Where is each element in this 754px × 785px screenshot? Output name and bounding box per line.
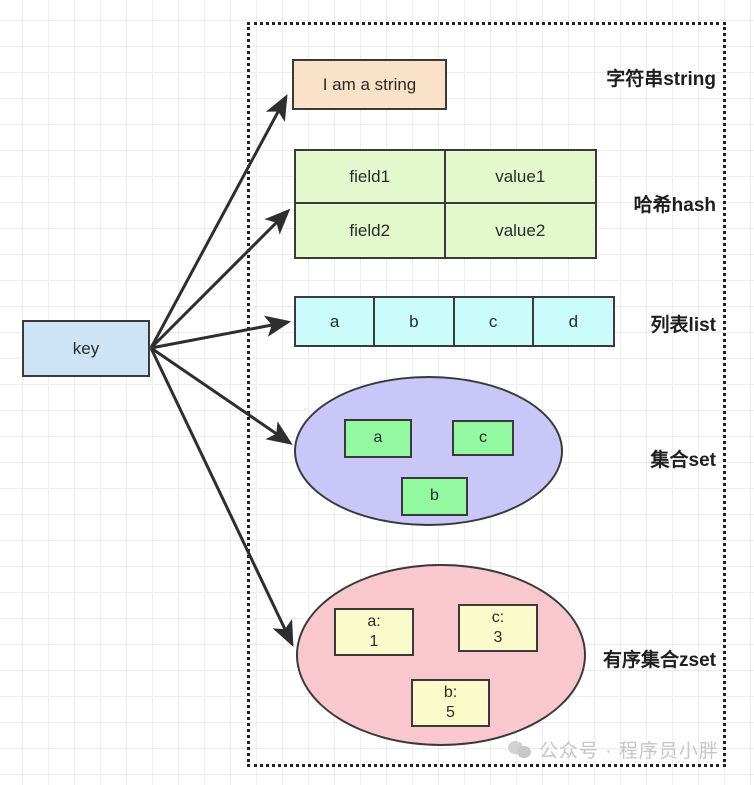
zset-member-a-key: a: xyxy=(367,613,381,630)
list-cell-0: a xyxy=(296,298,376,345)
watermark: 公众号 · 程序员小胖 xyxy=(508,736,719,763)
wechat-icon xyxy=(508,740,532,760)
zset-member-b[interactable]: b: 5 xyxy=(411,679,490,727)
set-member-c[interactable]: c xyxy=(452,420,514,456)
string-value-label: I am a string xyxy=(322,74,417,94)
set-member-b[interactable]: b xyxy=(401,477,468,516)
hash-cell-field-1: field1 xyxy=(296,151,446,204)
zset-member-b-key: b: xyxy=(443,684,458,701)
string-value-node[interactable]: I am a string xyxy=(292,59,447,110)
watermark-text: 公众号 · 程序员小胖 xyxy=(539,741,719,762)
zset-member-c-key: c: xyxy=(491,609,505,626)
set-member-a-text: a xyxy=(373,429,383,447)
set-member-c-text: c xyxy=(479,428,487,446)
list-strip[interactable]: a b c d xyxy=(294,296,615,347)
hash-table[interactable]: field1 value1 field2 value2 xyxy=(294,149,597,259)
category-label-list: 列表list xyxy=(650,315,716,336)
list-cell-2: c xyxy=(455,298,534,345)
set-member-b-text: b xyxy=(430,487,439,505)
category-label-string: 字符串string xyxy=(606,69,716,90)
hash-cell-value-1: value1 xyxy=(445,151,595,204)
list-cell-0-text: a xyxy=(329,311,340,331)
zset-member-c-score: 3 xyxy=(493,629,503,646)
zset-member-a[interactable]: a: 1 xyxy=(334,608,414,656)
list-cell-3: d xyxy=(534,298,613,345)
hash-value-1-text: value1 xyxy=(495,166,546,186)
hash-field-1-text: field1 xyxy=(349,166,391,186)
hash-cell-field-2: field2 xyxy=(296,204,446,257)
diagram-canvas: key I am a string 字符串string field1 value… xyxy=(0,0,754,785)
hash-field-2-text: field2 xyxy=(349,220,391,240)
list-cell-3-text: d xyxy=(568,311,579,331)
key-node-label: key xyxy=(72,338,100,358)
zset-member-b-score: 5 xyxy=(446,704,455,721)
list-cell-2-text: c xyxy=(488,311,498,331)
hash-value-2-text: value2 xyxy=(495,220,546,240)
set-member-a[interactable]: a xyxy=(344,419,412,458)
key-node[interactable]: key xyxy=(22,320,150,377)
zset-member-a-score: 1 xyxy=(369,633,379,650)
hash-cell-value-2: value2 xyxy=(445,204,595,257)
zset-member-c[interactable]: c: 3 xyxy=(458,604,538,652)
list-cell-1-text: b xyxy=(409,311,419,331)
list-cell-1: b xyxy=(375,298,455,345)
category-label-zset: 有序集合zset xyxy=(603,650,716,671)
category-label-hash: 哈希hash xyxy=(633,195,716,216)
category-label-set: 集合set xyxy=(650,450,716,471)
